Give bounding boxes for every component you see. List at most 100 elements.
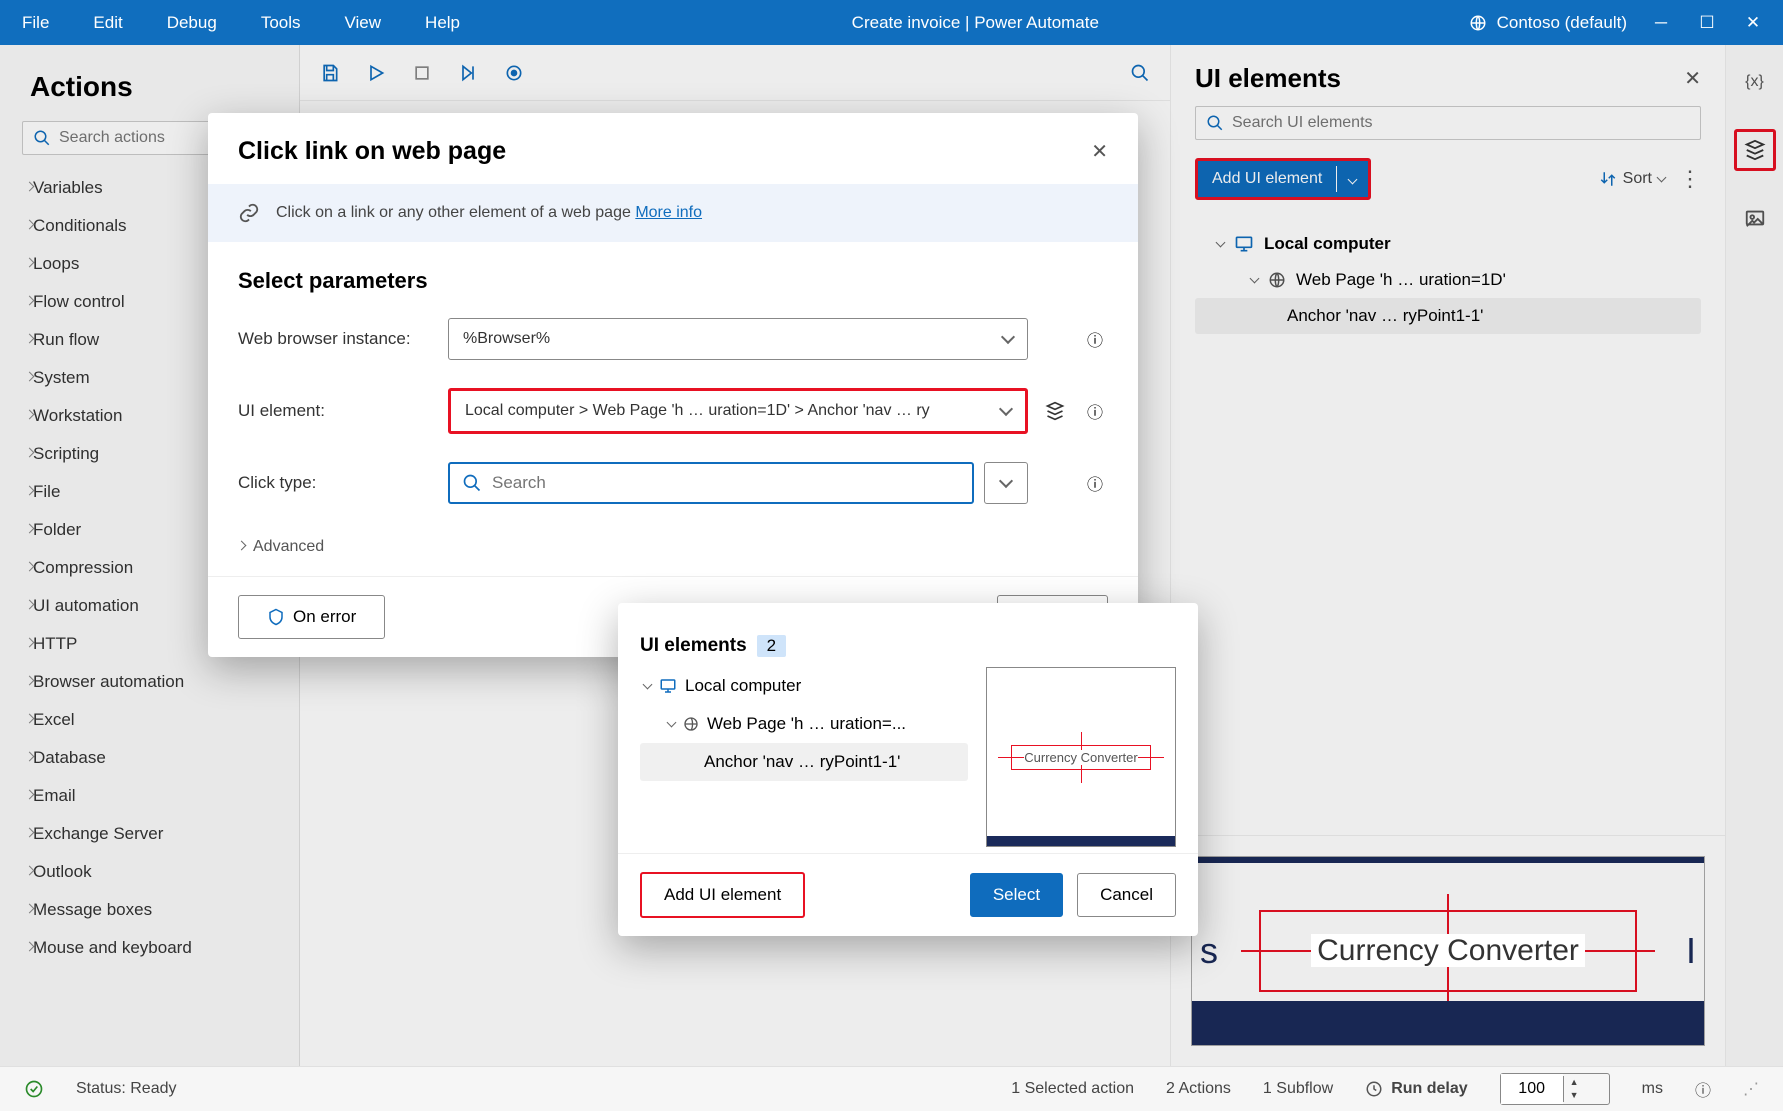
ui-elements-rail-icon[interactable] [1734,129,1776,171]
maximize-button[interactable]: ☐ [1695,13,1719,33]
record-icon[interactable] [504,63,524,83]
variables-rail-icon[interactable]: {x} [1734,61,1776,103]
param-web-browser: Web browser instance: %Browser% ⓘ [238,318,1108,360]
menu-tools[interactable]: Tools [239,13,323,33]
action-category[interactable]: Excel [22,701,277,739]
resize-grip-icon[interactable]: ⋰ [1743,1079,1759,1099]
sort-label: Sort [1623,170,1652,188]
picker-root-label: Local computer [685,676,801,696]
sort-button[interactable]: Sort [1599,170,1665,188]
info-icon[interactable]: ⓘ [1695,1077,1711,1101]
sort-icon [1599,170,1617,188]
tree-anchor[interactable]: Anchor 'nav … ryPoint1-1' [1195,298,1701,334]
preview-right-letter: I [1686,930,1696,972]
status-bar: Status: Ready 1 Selected action 2 Action… [0,1066,1783,1111]
click-type-label: Click type: [238,473,434,493]
search-icon [33,129,51,147]
computer-icon [1234,234,1254,254]
modal-close-icon[interactable]: ✕ [1091,139,1108,164]
ui-element-picker: UI elements 2 Local computer Web Page 'h… [618,603,1198,936]
info-icon[interactable]: ⓘ [1082,327,1108,351]
clock-icon [1365,1080,1383,1098]
picker-select-button[interactable]: Select [970,873,1063,917]
org-selector[interactable]: Contoso (default) [1469,13,1627,33]
tree-page[interactable]: Web Page 'h … uration=1D' [1195,262,1701,298]
play-icon[interactable] [366,63,386,83]
action-category[interactable]: Exchange Server [22,815,277,853]
designer-toolbar [300,45,1170,101]
menu-file[interactable]: File [0,13,71,33]
picker-cancel-button[interactable]: Cancel [1077,873,1176,917]
action-category[interactable]: Outlook [22,853,277,891]
web-browser-label: Web browser instance: [238,329,434,349]
param-ui-element: UI element: Local computer > Web Page 'h… [238,388,1108,434]
panel-close-icon[interactable]: ✕ [1684,66,1701,91]
info-icon[interactable]: ⓘ [1082,399,1108,423]
picker-add-button[interactable]: Add UI element [640,872,805,918]
web-browser-select[interactable]: %Browser% [448,318,1028,360]
delay-down[interactable]: ▼ [1564,1089,1585,1102]
menu-debug[interactable]: Debug [145,13,239,33]
param-click-type: Click type: ⓘ [238,462,1108,504]
action-category[interactable]: Email [22,777,277,815]
picker-thumbnail: Currency Converter [986,667,1176,847]
action-category[interactable]: Mouse and keyboard [22,929,277,967]
action-category[interactable]: Database [22,739,277,777]
ui-element-select[interactable]: Local computer > Web Page 'h … uration=1… [448,388,1028,434]
picker-tree: Local computer Web Page 'h … uration=...… [640,667,968,847]
picker-count-badge: 2 [757,635,786,657]
advanced-label: Advanced [253,538,324,556]
close-button[interactable]: ✕ [1741,13,1765,33]
org-name: Contoso (default) [1497,13,1627,33]
ui-elements-heading: UI elements [1195,63,1684,94]
search-flow-icon[interactable] [1130,63,1150,83]
titlebar: File Edit Debug Tools View Help Create i… [0,0,1783,45]
save-icon[interactable] [320,63,340,83]
picker-thumb-label: Currency Converter [1024,750,1137,765]
on-error-button[interactable]: On error [238,595,385,639]
tree-page-label: Web Page 'h … uration=1D' [1296,270,1506,290]
preview-left-letter: s [1200,930,1218,972]
picker-anchor[interactable]: Anchor 'nav … ryPoint1-1' [640,743,968,781]
tree-anchor-label: Anchor 'nav … ryPoint1-1' [1287,306,1483,326]
on-error-label: On error [293,607,356,627]
globe-icon [683,716,699,732]
run-delay-input[interactable]: ▲▼ [1500,1073,1610,1105]
status-ok-icon [24,1079,44,1099]
minimize-button[interactable]: ─ [1649,13,1673,33]
select-parameters-heading: Select parameters [238,268,1108,294]
more-icon[interactable]: ⋮ [1679,166,1701,192]
add-ui-element-dropdown[interactable] [1337,161,1368,197]
picker-root[interactable]: Local computer [640,667,968,705]
add-ui-element-button[interactable]: Add UI element [1195,158,1371,200]
ui-element-label: UI element: [238,401,434,421]
click-type-search-input[interactable] [492,473,960,493]
action-category[interactable]: Message boxes [22,891,277,929]
run-delay-value[interactable] [1501,1074,1563,1104]
layers-icon[interactable] [1042,401,1068,421]
tree-root-label: Local computer [1264,234,1391,254]
info-icon[interactable]: ⓘ [1082,471,1108,495]
menu-edit[interactable]: Edit [71,13,144,33]
picker-heading: UI elements [640,635,747,657]
click-type-dropdown[interactable] [984,462,1028,504]
images-rail-icon[interactable] [1734,197,1776,239]
picker-page[interactable]: Web Page 'h … uration=... [640,705,968,743]
tree-root[interactable]: Local computer [1195,226,1701,262]
ui-elements-search[interactable]: Search UI elements [1195,106,1701,140]
modal-description-text: Click on a link or any other element of … [276,204,631,221]
actions-heading: Actions [0,45,299,121]
more-info-link[interactable]: More info [635,204,702,221]
advanced-toggle[interactable]: Advanced [238,532,1108,566]
stop-icon[interactable] [412,63,432,83]
action-modal: Click link on web page ✕ Click on a link… [208,113,1138,657]
web-browser-value: %Browser% [463,330,1003,348]
step-icon[interactable] [458,63,478,83]
ui-element-value: Local computer > Web Page 'h … uration=1… [465,402,1001,420]
search-icon [1206,114,1224,132]
menu-help[interactable]: Help [403,13,482,33]
action-category[interactable]: Browser automation [22,663,277,701]
delay-up[interactable]: ▲ [1564,1076,1585,1089]
ui-elements-panel: UI elements ✕ Search UI elements Add UI … [1170,45,1725,1066]
menu-view[interactable]: View [323,13,404,33]
